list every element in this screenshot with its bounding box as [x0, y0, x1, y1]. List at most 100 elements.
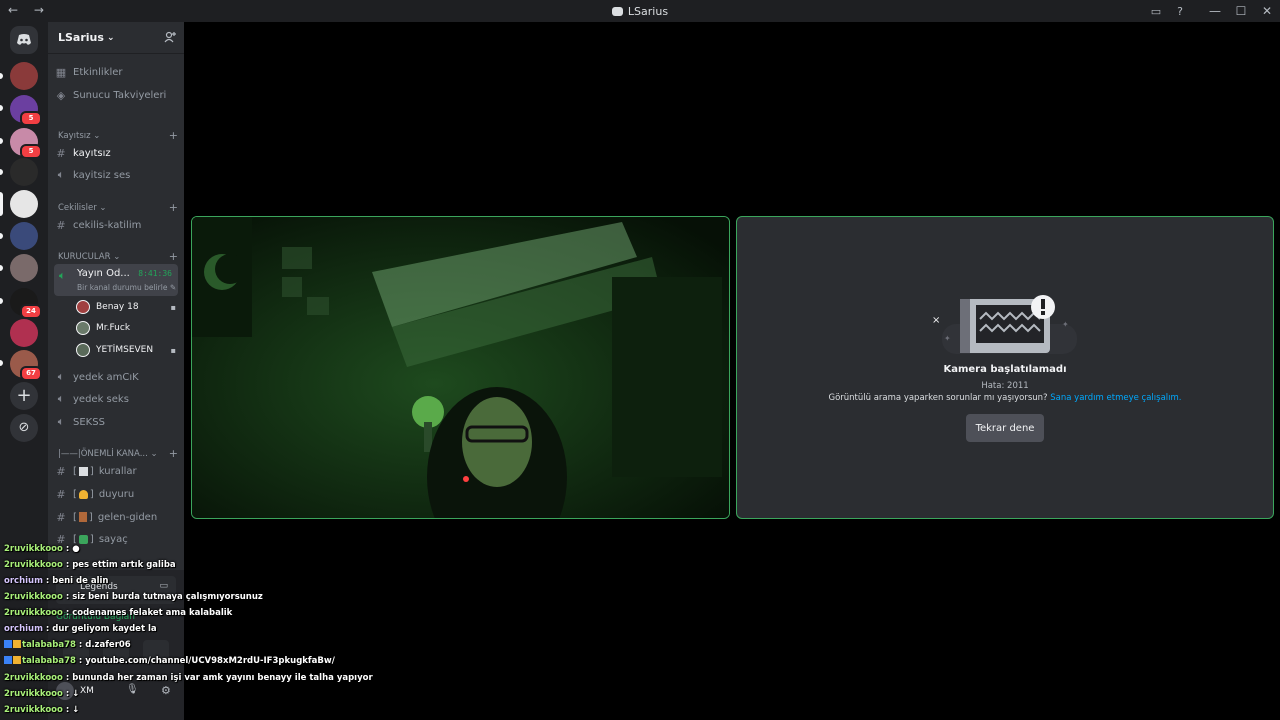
voice-channel-yedek-amcik[interactable]: 🔈︎ yedek amCıK [54, 367, 178, 387]
server-icon[interactable] [10, 319, 38, 347]
speaker-icon: 🔈︎ [57, 370, 65, 383]
voice-channel-sekss[interactable]: 🔈︎ SEKSS [54, 412, 178, 432]
voice-member[interactable]: Mr.Fuck [76, 318, 176, 338]
server-icon[interactable]: 67 [10, 350, 42, 381]
category-onemli-kanallar[interactable]: |——|ÖNEMLİ KANA... ⌄ + [58, 447, 178, 460]
title-bar: ← → LSarius ▭ ? — ☐ ✕ [0, 0, 1280, 22]
retry-button[interactable]: Tekrar dene [966, 414, 1044, 442]
category-kurucular[interactable]: KURUCULAR ⌄ + [58, 250, 178, 263]
bracket: [ [73, 533, 77, 545]
boosts-item[interactable]: ◈ Sunucu Takviyeleri [54, 85, 178, 105]
person-add-icon[interactable] [164, 31, 176, 46]
error-title: Kamera başlatılamadı [943, 364, 1067, 375]
add-channel-button[interactable]: + [169, 447, 178, 460]
unread-pill [0, 138, 3, 144]
page-emoji-icon [78, 466, 88, 476]
window-title: LSarius [0, 5, 1280, 18]
bracket: [ [73, 465, 77, 477]
channel-label: kayitsiz ses [73, 169, 131, 181]
chat-line: talababa78 : d.zafer06 [4, 640, 131, 650]
badge-icon [13, 640, 21, 648]
category-cekilisler[interactable]: Cekilisler ⌄ + [58, 201, 178, 214]
bracket: ] [88, 511, 93, 523]
voice-channel-yayin-odasi[interactable]: 🔈︎ Yayın Od... 8:41:36 Bir kanal durumu … [54, 264, 178, 296]
guild-header[interactable]: LSarius ⌄ [48, 22, 184, 54]
channel-label: duyuru [98, 488, 135, 500]
chat-line: 2ruvikkkooo : ↓ [4, 705, 80, 715]
bracket: [ [73, 488, 77, 500]
svg-text:✦: ✦ [1062, 320, 1069, 329]
unread-pill [0, 265, 3, 271]
events-item[interactable]: ▦ Etkinlikler [54, 62, 178, 82]
bracket: [ [73, 511, 77, 523]
guild-name: LSarius [58, 31, 104, 44]
mention-badge: 67 [20, 366, 42, 381]
set-channel-status[interactable]: Bir kanal durumu belirle ✎ [77, 283, 176, 292]
check-emoji-icon [78, 534, 88, 544]
channel-label: kayıtsız [73, 147, 111, 159]
chat-line: 2ruvikkkooo : ↓ [4, 689, 80, 699]
voice-channel-yedek-seks[interactable]: 🔈︎ yedek seks [54, 389, 178, 409]
unread-pill [0, 105, 3, 111]
badge-icon [4, 656, 12, 664]
bracket: ] [89, 488, 94, 500]
channel-gelen-giden[interactable]: # [] gelen-giden [54, 507, 178, 527]
channel-kurallar[interactable]: # [] kurallar [54, 461, 178, 481]
bracket: ] [89, 533, 94, 545]
minimize-button[interactable]: — [1202, 4, 1228, 18]
mic-icon[interactable]: 🎙︎ [126, 684, 139, 695]
mention-badge: 24 [20, 304, 42, 319]
help-icon[interactable]: ? [1168, 5, 1192, 18]
voice-timer: 8:41:36 [138, 269, 172, 278]
speaker-icon: 🔈︎ [57, 392, 65, 405]
unread-pill [0, 169, 3, 175]
speaker-icon: 🔈︎ [57, 415, 65, 428]
close-button[interactable]: ✕ [1254, 4, 1280, 18]
screen-share-icon[interactable]: ▭ [159, 581, 168, 591]
chat-line: orchium : beni de alin [4, 576, 109, 586]
server-icon[interactable]: 5 [10, 128, 42, 159]
camera-icon: ▪ [170, 302, 176, 312]
inbox-icon[interactable]: ▭ [1144, 5, 1168, 18]
voice-channel-kayitsiz-ses[interactable]: 🔈︎ kayitsiz ses [54, 165, 178, 185]
server-icon[interactable] [10, 222, 38, 250]
server-icon[interactable]: 5 [10, 95, 42, 126]
channel-label: gelen-giden [97, 511, 158, 523]
hash-icon: # [56, 464, 66, 478]
server-icon[interactable]: 24 [10, 288, 42, 319]
chevron-down-icon: ⌄ [106, 32, 115, 43]
unread-pill [0, 73, 3, 79]
maximize-button[interactable]: ☐ [1228, 4, 1254, 18]
category-label: Cekilisler ⌄ [58, 202, 107, 213]
channel-label: SEKSS [73, 416, 105, 428]
video-tile-stream[interactable] [191, 216, 730, 519]
chat-line: 2ruvikkkooo : codenames felaket ama kala… [4, 608, 233, 618]
server-icon[interactable] [10, 62, 38, 90]
add-channel-button[interactable]: + [169, 201, 178, 214]
home-button[interactable] [10, 26, 38, 54]
gear-icon[interactable]: ⚙ [161, 684, 171, 697]
server-icon[interactable] [10, 158, 38, 186]
add-channel-button[interactable]: + [169, 129, 178, 142]
server-icon-lsarius[interactable] [10, 190, 38, 218]
discord-logo-icon [17, 34, 31, 45]
help-link[interactable]: Sana yardım etmeye çalışalım. [1050, 393, 1181, 403]
channel-kayitsiz[interactable]: # kayıtsız [54, 143, 178, 163]
explore-servers-button[interactable]: ⊘ [10, 414, 38, 442]
voice-member[interactable]: YETİMSEVEN ▪ [76, 340, 176, 360]
member-name: Mr.Fuck [96, 323, 131, 333]
avatar [76, 343, 90, 357]
add-channel-button[interactable]: + [169, 250, 178, 263]
add-server-button[interactable]: + [10, 382, 38, 410]
speaker-icon: 🔈︎ [57, 168, 65, 181]
hash-icon: # [56, 510, 66, 524]
channel-label: sayaç [98, 533, 128, 545]
server-icon[interactable] [10, 254, 38, 282]
hash-icon: # [56, 218, 66, 232]
voice-member[interactable]: Benay 18 ▪ [76, 297, 176, 317]
channel-cekilis-katilim[interactable]: # cekilis-katilim [54, 215, 178, 235]
chat-line: 2ruvikkkooo : siz beni burda tutmaya çal… [4, 592, 263, 602]
channel-duyuru[interactable]: # [] duyuru [54, 484, 178, 504]
category-kayitsiz[interactable]: Kayıtsız ⌄ + [58, 129, 178, 142]
error-help: Görüntülü arama yaparken sorunlar mı yaş… [737, 393, 1273, 403]
